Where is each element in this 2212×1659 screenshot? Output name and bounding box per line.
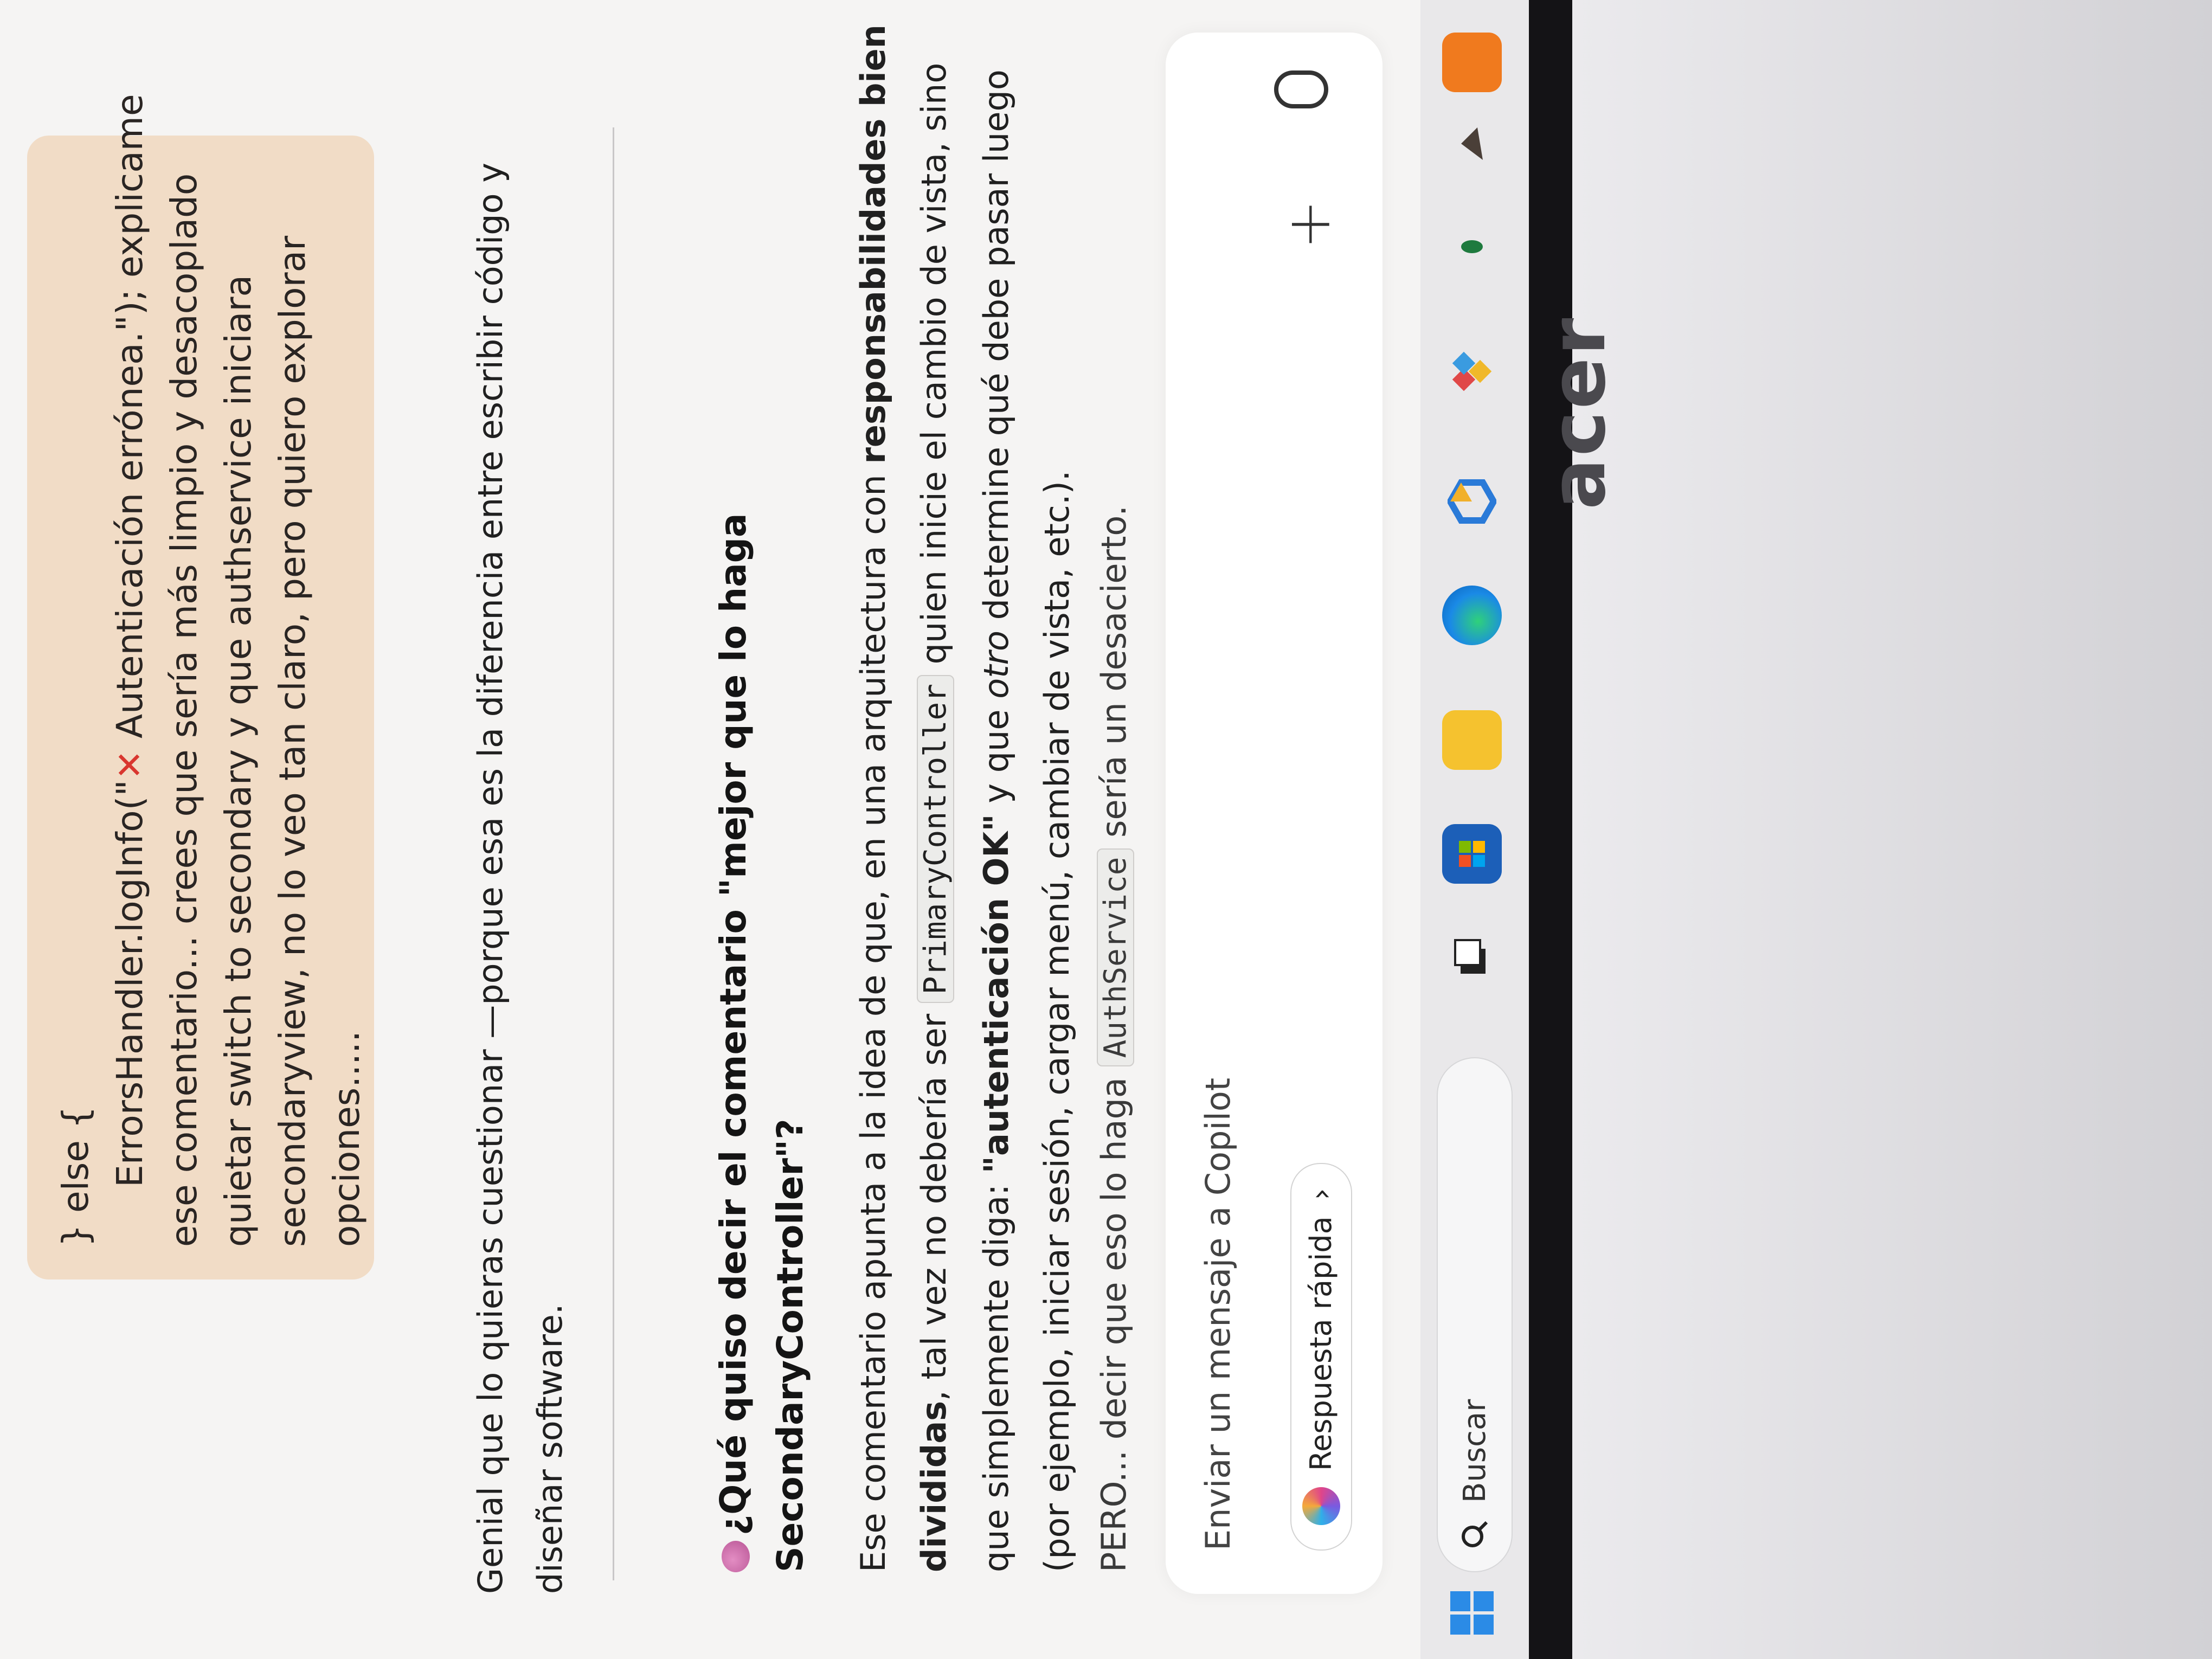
- search-icon: [1462, 1521, 1488, 1547]
- eclipse-like-icon[interactable]: [1442, 114, 1502, 173]
- divider: [613, 127, 614, 1580]
- file-explorer-icon[interactable]: [1442, 710, 1502, 770]
- xampp-icon[interactable]: [1442, 33, 1502, 92]
- answer-line: Genial que lo quieras cuestionar —porque…: [471, 163, 510, 1594]
- answer-intro: Genial que lo quieras cuestionar —porque…: [461, 163, 580, 1594]
- answer-line: (por ejemplo, iniciar sesión, cargar men…: [1037, 470, 1077, 1573]
- heading-text: ¿Qué quiso decir el comentario "mejor qu…: [712, 513, 754, 1535]
- brand-logo: acer: [1534, 316, 1623, 510]
- edge-icon[interactable]: [1442, 586, 1502, 645]
- answer-heading: ¿Qué quiso decir el comentario "mejor qu…: [705, 513, 819, 1572]
- answer-line: diseñar software.: [530, 1303, 570, 1594]
- copilot-app-icon[interactable]: [1442, 472, 1502, 531]
- italic-text: otro: [976, 631, 1016, 699]
- store-icon[interactable]: [1442, 824, 1502, 884]
- inline-code: PrimaryController: [917, 675, 954, 1004]
- body-text: , tal vez no debería ser: [914, 1003, 954, 1401]
- cross-mark-icon: ✕: [109, 750, 151, 780]
- task-view-icon[interactable]: [1442, 927, 1502, 987]
- answer-line: que simplemente diga: "autenticación OK"…: [966, 24, 1027, 1572]
- message-input[interactable]: Enviar un mensaje a Copilot: [1198, 1078, 1238, 1551]
- message-line: } else {: [55, 1106, 97, 1247]
- answer-line: Ese comentario apunta a la idea de que, …: [843, 24, 904, 1572]
- leaf-icon[interactable]: [1442, 217, 1502, 276]
- answer-line: divididas, tal vez no debería ser Primar…: [904, 24, 966, 1572]
- body-text: y que: [976, 698, 1016, 814]
- message-line: secondaryview, no lo veo tan claro, pero…: [272, 235, 313, 1247]
- plus-icon[interactable]: +: [1274, 200, 1343, 249]
- quick-reply-label: Respuesta rápida: [1304, 1216, 1338, 1471]
- message-text: ErrorsHandler.logInfo(": [109, 780, 151, 1187]
- body-text: determine qué debe pasar luego: [976, 69, 1016, 631]
- answer-pero: PERO... decir que eso lo haga AuthServic…: [1084, 505, 1146, 1572]
- copilot-logo-icon: [1302, 1487, 1340, 1525]
- app-icon[interactable]: [1442, 342, 1502, 401]
- body-text: que simplemente diga:: [976, 1173, 1016, 1572]
- message-line: ese comentario... crees que sería más li…: [163, 173, 205, 1247]
- rotated-screen: } else { ErrorsHandler.logInfo("✕ Autent…: [0, 0, 1623, 1659]
- user-message-bubble: } else { ErrorsHandler.logInfo("✕ Autent…: [27, 94, 374, 1279]
- body-text: PERO... decir que eso lo haga: [1094, 1066, 1134, 1572]
- body-text: Ese comentario apunta a la idea de que, …: [853, 464, 893, 1572]
- microphone-icon[interactable]: [1274, 70, 1328, 108]
- quick-reply-button[interactable]: Respuesta rápida ›: [1290, 1162, 1352, 1551]
- body-text: sería un desacierto.: [1094, 505, 1134, 848]
- taskbar-search[interactable]: Buscar: [1437, 1057, 1513, 1572]
- bold-text: divididas: [914, 1400, 954, 1572]
- message-line: opciones.....: [326, 1031, 368, 1247]
- inline-code: AuthService: [1097, 848, 1134, 1067]
- message-text: Autenticación errónea."); explicame: [109, 94, 151, 750]
- taskbar: Buscar: [1420, 0, 1529, 1659]
- message-line: quietar switch to secondary y que authse…: [217, 275, 259, 1247]
- answer-body: Ese comentario apunta a la idea de que, …: [843, 24, 1088, 1572]
- body-text: quien inicie el cambio de vista, sino: [914, 62, 954, 676]
- bold-text: responsabilidades bien: [853, 24, 893, 464]
- bold-text: "autenticación OK": [976, 814, 1016, 1174]
- laptop-bezel: [1529, 0, 1572, 1659]
- search-label: Buscar: [1457, 1399, 1493, 1503]
- copilot-chat-window: } else { ErrorsHandler.logInfo("✕ Autent…: [0, 0, 1420, 1659]
- message-composer[interactable]: Enviar un mensaje a Copilot Respuesta rá…: [1166, 33, 1382, 1594]
- message-line: ErrorsHandler.logInfo("✕ Autenticación e…: [103, 94, 157, 1247]
- chevron-down-icon: ›: [1304, 1188, 1338, 1200]
- photo-frame: } else { ErrorsHandler.logInfo("✕ Autent…: [0, 0, 2212, 1659]
- windows-start-icon[interactable]: [1442, 1583, 1502, 1643]
- pink-circle-icon: [721, 1541, 750, 1572]
- heading-text: SecondaryController"?: [769, 1118, 811, 1572]
